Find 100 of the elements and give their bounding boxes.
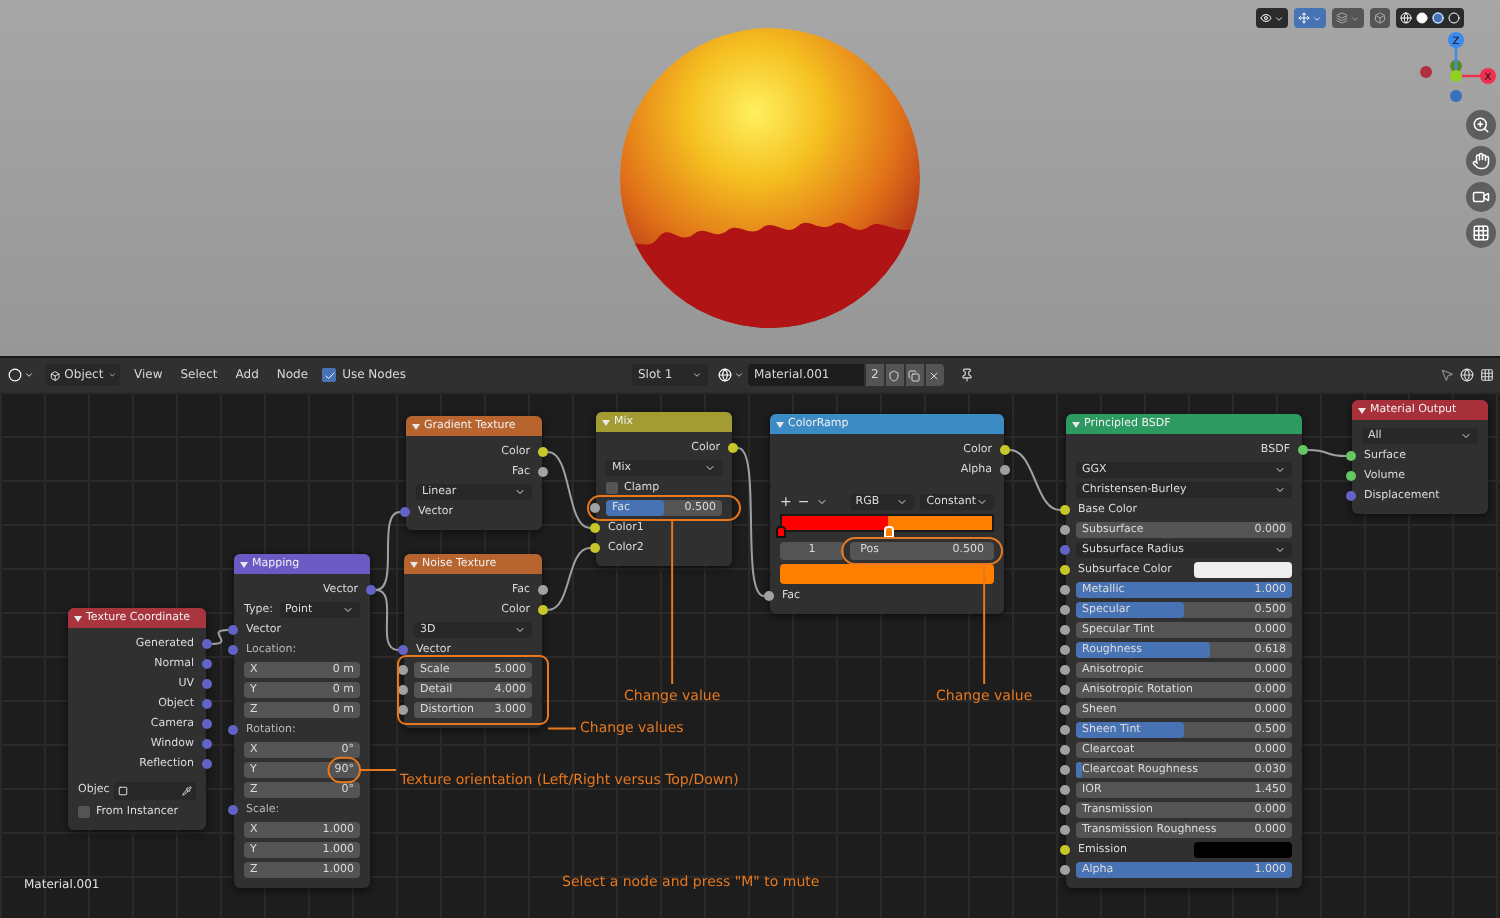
node-socket[interactable]	[1060, 745, 1070, 755]
node-socket[interactable]	[1060, 565, 1070, 575]
color-swatch[interactable]	[1193, 842, 1292, 858]
collapse-triangle-icon[interactable]	[1358, 407, 1366, 413]
node-socket[interactable]	[398, 685, 408, 695]
node-socket[interactable]	[398, 665, 408, 675]
editor-type-button[interactable]	[6, 368, 36, 382]
leader-line	[359, 769, 397, 771]
node-socket[interactable]	[728, 443, 738, 453]
node-socket[interactable]	[202, 739, 212, 749]
chevron-icon[interactable]	[815, 496, 828, 508]
leader-line	[547, 727, 577, 730]
solid-circle-icon	[1416, 12, 1428, 24]
collapse-triangle-icon[interactable]	[74, 615, 82, 621]
node-socket[interactable]	[1060, 665, 1070, 675]
collapse-triangle-icon[interactable]	[776, 421, 784, 427]
color-swatch[interactable]	[780, 564, 994, 584]
node-socket[interactable]	[398, 645, 408, 655]
node-socket[interactable]	[1298, 445, 1308, 455]
xray-button[interactable]	[1370, 8, 1390, 28]
node-socket[interactable]	[202, 719, 212, 729]
node-socket[interactable]	[1060, 505, 1070, 515]
collapse-triangle-icon[interactable]	[1072, 421, 1080, 427]
chevron-icon	[342, 604, 354, 616]
chevron-icon	[691, 370, 702, 380]
camera-view-button[interactable]	[1466, 182, 1496, 212]
grid-icon[interactable]	[1480, 368, 1494, 382]
overlay-button[interactable]	[1332, 8, 1364, 28]
check-icon	[323, 369, 336, 381]
checkbox[interactable]	[78, 806, 90, 818]
node-socket[interactable]	[1346, 491, 1356, 501]
node-socket[interactable]	[1060, 585, 1070, 595]
node-socket[interactable]	[1060, 685, 1070, 695]
node-socket[interactable]	[1060, 865, 1070, 875]
node-socket[interactable]	[590, 523, 600, 533]
node-socket[interactable]	[538, 467, 548, 477]
grid-view-button[interactable]	[1466, 218, 1496, 248]
node-socket[interactable]	[228, 625, 238, 635]
node-socket[interactable]	[590, 543, 600, 553]
collapse-triangle-icon[interactable]	[412, 423, 420, 429]
pan-button[interactable]	[1466, 146, 1496, 176]
node-socket[interactable]	[1060, 705, 1070, 715]
node-socket[interactable]	[202, 679, 212, 689]
view-option-button[interactable]	[1256, 8, 1288, 28]
copy-icon	[908, 369, 921, 381]
material-browse-button[interactable]	[717, 368, 744, 382]
node-socket[interactable]	[228, 805, 238, 815]
node-socket[interactable]	[1060, 605, 1070, 615]
node-socket[interactable]	[228, 645, 238, 655]
node-socket[interactable]	[202, 659, 212, 669]
node-socket[interactable]	[1000, 465, 1010, 475]
node-editor-canvas[interactable]	[0, 392, 1500, 918]
shading-buttons[interactable]	[1396, 8, 1464, 28]
node-socket[interactable]	[398, 705, 408, 715]
color-swatch[interactable]	[1193, 562, 1292, 578]
node-socket[interactable]	[1060, 845, 1070, 855]
outline-circle-icon	[1448, 12, 1460, 24]
zoom-button[interactable]	[1466, 110, 1496, 140]
node-socket[interactable]	[538, 605, 548, 615]
checkbox[interactable]	[606, 482, 618, 494]
wireframe-icon	[1400, 12, 1412, 24]
node-socket[interactable]	[1060, 545, 1070, 555]
node-socket[interactable]	[764, 591, 774, 601]
node-socket[interactable]	[590, 503, 600, 513]
fake-user-button[interactable]	[885, 364, 904, 386]
node-socket[interactable]	[400, 507, 410, 517]
unlink-button[interactable]	[925, 364, 944, 386]
node-socket[interactable]	[202, 759, 212, 769]
node-socket[interactable]	[1346, 451, 1356, 461]
node-socket[interactable]	[1000, 445, 1010, 455]
node-socket[interactable]	[1060, 625, 1070, 635]
eyedropper-icon[interactable]	[182, 786, 192, 796]
node-panel[interactable]	[1066, 414, 1302, 888]
node-socket[interactable]	[1060, 805, 1070, 815]
node-socket[interactable]	[202, 639, 212, 649]
node-socket[interactable]	[538, 447, 548, 457]
node-socket[interactable]	[228, 725, 238, 735]
node-socket[interactable]	[1060, 825, 1070, 835]
pin-icon[interactable]	[959, 368, 974, 382]
collapse-triangle-icon[interactable]	[410, 561, 418, 567]
gizmo-toggle-button[interactable]	[1294, 8, 1326, 28]
ramp-stop-marker[interactable]	[776, 526, 786, 538]
node-socket[interactable]	[366, 585, 376, 595]
object-field[interactable]	[113, 782, 196, 800]
duplicate-button[interactable]	[905, 364, 924, 386]
node-socket[interactable]	[202, 699, 212, 709]
node-socket[interactable]	[1060, 725, 1070, 735]
node-socket[interactable]	[538, 585, 548, 595]
node-socket[interactable]	[1060, 645, 1070, 655]
shield-icon	[888, 369, 901, 381]
color-ramp-bar[interactable]	[780, 514, 994, 532]
node-socket[interactable]	[1060, 765, 1070, 775]
move-arrows-icon	[1298, 12, 1310, 24]
checkbox[interactable]	[322, 368, 337, 382]
globe-icon[interactable]	[1460, 368, 1474, 382]
collapse-triangle-icon[interactable]	[240, 561, 248, 567]
node-socket[interactable]	[1060, 525, 1070, 535]
node-socket[interactable]	[1346, 471, 1356, 481]
node-socket[interactable]	[1060, 785, 1070, 795]
pointer-icon[interactable]	[1440, 368, 1454, 382]
